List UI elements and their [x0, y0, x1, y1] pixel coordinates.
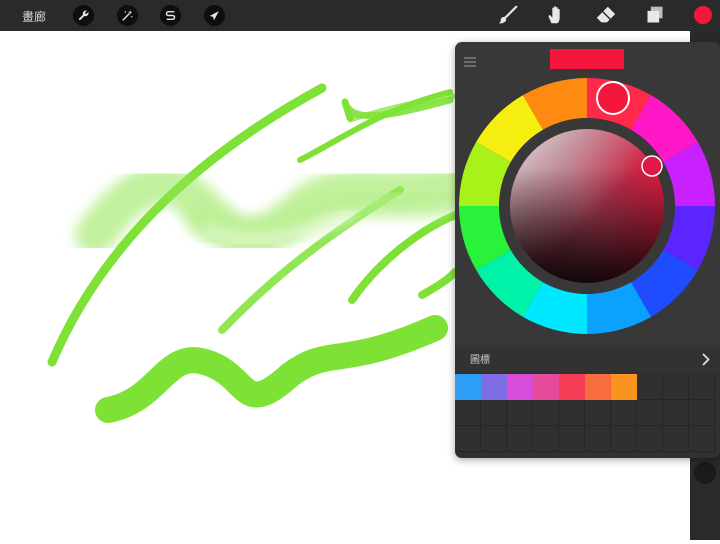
selection-button[interactable]: [160, 5, 181, 26]
palette-empty-slot[interactable]: [689, 374, 715, 400]
palette-empty-slot[interactable]: [559, 400, 585, 426]
palette-empty-slot[interactable]: [689, 400, 715, 426]
palette-header[interactable]: 圖標: [455, 345, 720, 371]
palette-empty-slot[interactable]: [637, 374, 663, 400]
brush-tool-button[interactable]: [496, 3, 520, 27]
palette-empty-slot[interactable]: [663, 426, 689, 452]
palette-swatch[interactable]: [611, 374, 637, 400]
saturation-selector-handle: [641, 155, 663, 177]
color-wheel[interactable]: [455, 72, 720, 342]
color-panel: 圖標: [455, 42, 720, 458]
palette-grid: [455, 371, 720, 458]
sidebar-modify-button[interactable]: [694, 462, 716, 484]
palette-swatch[interactable]: [481, 374, 507, 400]
palette-empty-slot[interactable]: [689, 426, 715, 452]
palette-empty-slot[interactable]: [481, 400, 507, 426]
selection-s-icon: [165, 11, 176, 20]
top-toolbar: 畫廊: [0, 0, 720, 31]
palette-swatch[interactable]: [533, 374, 559, 400]
magic-wand-icon: [122, 10, 134, 21]
palette-empty-slot[interactable]: [455, 426, 481, 452]
palette-title: 圖標: [470, 355, 490, 366]
palette-empty-slot[interactable]: [507, 400, 533, 426]
transform-arrow-button[interactable]: [204, 5, 225, 26]
panel-menu-button[interactable]: [464, 52, 476, 71]
palette-empty-slot[interactable]: [533, 426, 559, 452]
wrench-icon: [78, 10, 89, 21]
color-swatch-button[interactable]: [694, 6, 712, 24]
palette-empty-slot[interactable]: [637, 400, 663, 426]
layers-button[interactable]: [643, 3, 667, 27]
palette-empty-slot[interactable]: [533, 400, 559, 426]
palette-swatch[interactable]: [585, 374, 611, 400]
eraser-icon: [596, 6, 616, 23]
eraser-tool-button[interactable]: [594, 3, 618, 27]
palette-empty-slot[interactable]: [663, 374, 689, 400]
hamburger-menu-icon: [464, 57, 476, 67]
palette-empty-slot[interactable]: [611, 400, 637, 426]
palette-empty-slot[interactable]: [507, 426, 533, 452]
palette-swatch[interactable]: [455, 374, 481, 400]
brush-icon: [498, 5, 518, 24]
smudge-tool-button[interactable]: [544, 3, 568, 27]
palette-empty-slot[interactable]: [455, 400, 481, 426]
adjustments-magic-button[interactable]: [117, 5, 138, 26]
palette-swatch[interactable]: [559, 374, 585, 400]
palette-swatch[interactable]: [507, 374, 533, 400]
palette-empty-slot[interactable]: [481, 426, 507, 452]
gallery-button[interactable]: 畫廊: [22, 8, 46, 25]
palette-empty-slot[interactable]: [663, 400, 689, 426]
palette-empty-slot[interactable]: [637, 426, 663, 452]
actions-wrench-button[interactable]: [73, 5, 94, 26]
hue-selector-handle: [596, 81, 630, 115]
palette-empty-slot[interactable]: [611, 426, 637, 452]
layers-icon: [647, 6, 663, 23]
current-color-preview: [550, 49, 624, 69]
arrow-cursor-icon: [209, 11, 219, 21]
chevron-right-icon[interactable]: [702, 351, 710, 370]
smudge-hand-icon: [548, 6, 560, 24]
palette-empty-slot[interactable]: [585, 400, 611, 426]
palette-empty-slot[interactable]: [585, 426, 611, 452]
palette-empty-slot[interactable]: [559, 426, 585, 452]
